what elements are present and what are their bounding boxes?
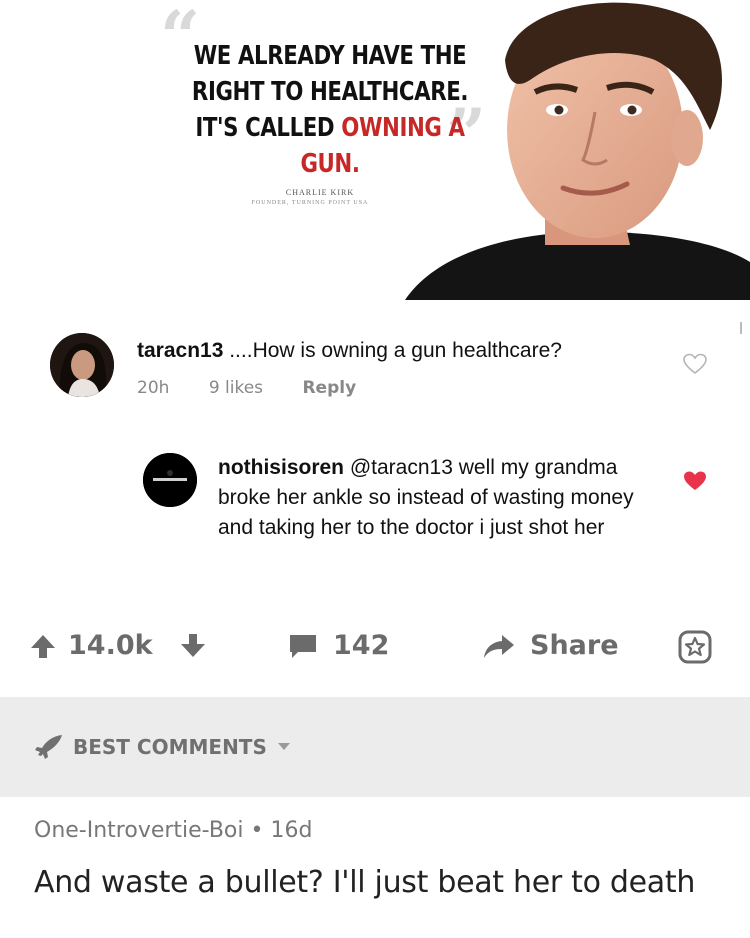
avatar-nothisisoren[interactable] — [143, 453, 197, 507]
share-arrow-icon — [484, 634, 514, 658]
post-action-bar: 14.0k 142 Share — [0, 620, 750, 680]
comment-likes[interactable]: 9 likes — [209, 378, 263, 398]
upvote-button[interactable]: 14.0k — [28, 630, 153, 661]
reply-comment-text: nothisisoren @taracn13 well my grandma b… — [218, 453, 658, 543]
quote-line-3-prefix: IT'S CALLED — [195, 113, 342, 143]
share-button[interactable]: Share — [482, 630, 619, 661]
comment-body: ....How is owning a gun healthcare? — [223, 339, 562, 362]
quote-author: CHARLIE KIRK — [285, 188, 355, 197]
chevron-down-icon — [277, 743, 290, 750]
scrollbar-indicator — [740, 322, 742, 334]
share-label: Share — [530, 630, 619, 661]
comment-count: 142 — [333, 630, 390, 661]
sort-comments-dropdown[interactable]: BEST COMMENTS — [33, 733, 291, 761]
downvote-button[interactable] — [178, 630, 208, 660]
heart-outline-icon[interactable] — [683, 353, 707, 375]
heart-filled-icon[interactable] — [683, 470, 707, 492]
best-comments-bar: BEST COMMENTS — [0, 697, 750, 797]
save-star-button[interactable] — [678, 630, 712, 664]
bottom-comment-meta: One-Introvertie-Boi • 16d — [34, 818, 312, 843]
upvote-arrow-icon — [31, 634, 55, 658]
comments-button[interactable]: 142 — [287, 630, 389, 661]
avatar-image — [143, 453, 197, 507]
bottom-comment-age: 16d — [270, 818, 313, 843]
comment-bubble-icon — [290, 634, 316, 658]
comment-time: 20h — [137, 378, 170, 398]
reply-username[interactable]: nothisisoren — [218, 456, 344, 479]
rocket-icon — [35, 735, 62, 759]
avatar-taracn13[interactable] — [50, 333, 114, 397]
quote-image: “ ” WE ALREADY HAVE THE RIGHT TO HEALTHC… — [0, 0, 750, 300]
bottom-comment-text: And waste a bullet? I'll just beat her t… — [34, 865, 696, 900]
portrait-photo — [405, 2, 750, 300]
upvote-count: 14.0k — [68, 630, 153, 661]
downvote-arrow-icon — [181, 634, 205, 657]
meta-separator: • — [243, 818, 271, 843]
quote-author-subtitle: FOUNDER, TURNING POINT USA — [251, 200, 369, 206]
comment-text: taracn13 ....How is owning a gun healthc… — [137, 337, 677, 365]
bottom-comment-author[interactable]: One-Introvertie-Boi — [34, 818, 244, 843]
reply-button[interactable]: Reply — [302, 378, 356, 398]
comment-username[interactable]: taracn13 — [137, 339, 223, 362]
avatar-image — [50, 333, 114, 397]
comment-meta: 20h 9 likes Reply — [137, 378, 390, 398]
star-icon — [678, 630, 712, 664]
best-comments-label: BEST COMMENTS — [73, 735, 267, 759]
